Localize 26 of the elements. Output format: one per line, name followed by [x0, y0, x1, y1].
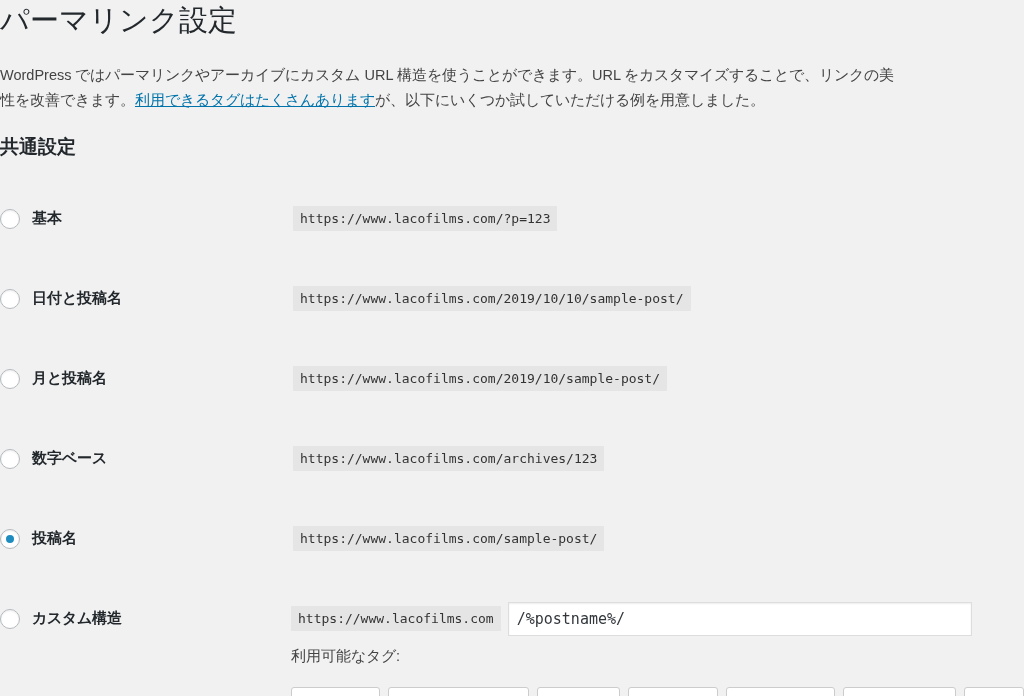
url-example: https://www.lacofilms.com/sample-post/ [293, 525, 605, 551]
radio-button[interactable] [0, 528, 20, 549]
radio-button[interactable] [0, 288, 20, 309]
radio-button[interactable] [0, 608, 20, 629]
intro-text: 性を改善できます。 [0, 91, 135, 110]
page-title: パーマリンク設定 [0, 3, 237, 35]
option-label: 数字ベース [32, 448, 107, 469]
option-label: 投稿名 [32, 528, 77, 549]
tags-link[interactable]: 利用できるタグはたくさんあります [135, 88, 375, 113]
radio-button[interactable] [0, 448, 20, 469]
intro-text: WordPress ではパーマリンクやアーカイブにカスタム URL 構造を使うことができます。URL をカスタマイズすることで、リンクの美 [0, 66, 895, 85]
radio-button[interactable] [0, 208, 20, 229]
url-example: https://www.lacofilms.com/?p=123 [293, 205, 558, 231]
intro-text: が、以下にいくつか試していただける例を用意しました。 [375, 91, 765, 110]
url-example: https://www.lacofilms.com/archives/123 [293, 445, 605, 471]
option-label: 基本 [32, 208, 62, 229]
option-label: カスタム構造 [32, 608, 122, 629]
available-tags-label: 利用可能なタグ: [291, 646, 401, 666]
option-label: 月と投稿名 [32, 368, 107, 389]
section-title: 共通設定 [0, 135, 76, 159]
radio-button[interactable] [0, 368, 20, 389]
custom-structure-field[interactable]: /%postname%/ [507, 601, 972, 636]
url-example: https://www.lacofilms.com/2019/10/sample-post/ [293, 365, 668, 391]
url-prefix: https://www.lacofilms.com [291, 605, 501, 632]
option-label: 日付と投稿名 [32, 288, 122, 309]
url-example: https://www.lacofilms.com/2019/10/10/sample-post/ [293, 285, 691, 311]
